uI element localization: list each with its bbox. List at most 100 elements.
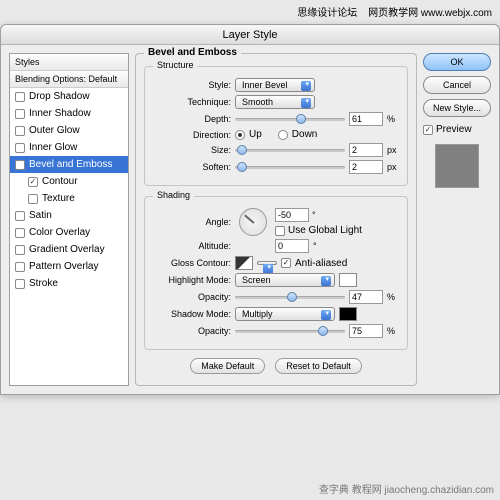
- sidebar-item-label: Bevel and Emboss: [29, 159, 112, 170]
- right-column: OK Cancel New Style... Preview: [423, 53, 491, 386]
- shading-group: Shading Angle: ° Use Global Light: [144, 196, 408, 350]
- hl-opacity-slider[interactable]: [235, 291, 345, 303]
- highlight-color-swatch[interactable]: [339, 273, 357, 287]
- highlight-mode-select[interactable]: Screen: [235, 273, 335, 287]
- sh-opacity-label: Opacity:: [153, 326, 231, 336]
- structure-group: Structure Style: Inner Bevel Technique: …: [144, 66, 408, 186]
- soften-unit: px: [387, 162, 397, 172]
- new-style-button[interactable]: New Style...: [423, 99, 491, 117]
- soften-input[interactable]: [349, 160, 383, 174]
- sh-opacity-unit: %: [387, 326, 395, 336]
- angle-unit: °: [312, 210, 316, 220]
- wm-left: 思缘设计论坛: [297, 8, 357, 19]
- altitude-label: Altitude:: [153, 241, 231, 251]
- sidebar-item-stroke[interactable]: Stroke: [10, 275, 128, 292]
- cancel-button[interactable]: Cancel: [423, 76, 491, 94]
- ok-button[interactable]: OK: [423, 53, 491, 71]
- sidebar-checkbox[interactable]: [15, 262, 25, 272]
- sidebar-item-bevel-and-emboss[interactable]: Bevel and Emboss: [10, 156, 128, 173]
- sidebar-item-drop-shadow[interactable]: Drop Shadow: [10, 88, 128, 105]
- soften-label: Soften:: [153, 162, 231, 172]
- up-label: Up: [249, 129, 262, 140]
- sidebar-checkbox[interactable]: [15, 245, 25, 255]
- technique-label: Technique:: [153, 97, 231, 107]
- direction-down-radio[interactable]: [278, 130, 288, 140]
- footer-watermark: 查字典 教程网 jiaocheng.chazidian.com: [319, 481, 494, 496]
- gloss-contour-picker[interactable]: [235, 256, 253, 270]
- sidebar-checkbox[interactable]: [28, 177, 38, 187]
- global-light-checkbox[interactable]: [275, 226, 285, 236]
- angle-label: Angle:: [153, 217, 231, 227]
- gloss-contour-select[interactable]: [257, 261, 277, 265]
- sh-opacity-slider[interactable]: [235, 325, 345, 337]
- sidebar-checkbox[interactable]: [15, 279, 25, 289]
- sidebar-header: Styles: [10, 54, 128, 71]
- wm-right: 网页教学网 www.webjx.com: [368, 8, 492, 19]
- reset-default-button[interactable]: Reset to Default: [275, 358, 362, 374]
- window-title: Layer Style: [1, 25, 499, 45]
- down-label: Down: [292, 129, 318, 140]
- sidebar-item-label: Drop Shadow: [29, 91, 90, 102]
- sidebar-checkbox[interactable]: [15, 228, 25, 238]
- shadow-mode-label: Shadow Mode:: [153, 309, 231, 319]
- size-input[interactable]: [349, 143, 383, 157]
- hl-opacity-unit: %: [387, 292, 395, 302]
- sidebar-checkbox[interactable]: [15, 160, 25, 170]
- layer-style-window: Layer Style Styles Blending Options: Def…: [0, 24, 500, 395]
- angle-input[interactable]: [275, 208, 309, 222]
- sidebar-item-label: Outer Glow: [29, 125, 80, 136]
- highlight-mode-label: Highlight Mode:: [153, 275, 231, 285]
- style-select[interactable]: Inner Bevel: [235, 78, 315, 92]
- altitude-input[interactable]: [275, 239, 309, 253]
- sidebar-checkbox[interactable]: [15, 109, 25, 119]
- soften-slider[interactable]: [235, 161, 345, 173]
- shadow-color-swatch[interactable]: [339, 307, 357, 321]
- preview-checkbox[interactable]: [423, 125, 433, 135]
- technique-select[interactable]: Smooth: [235, 95, 315, 109]
- anti-aliased-label: Anti-aliased: [295, 258, 347, 269]
- sidebar-item-pattern-overlay[interactable]: Pattern Overlay: [10, 258, 128, 275]
- sidebar-item-inner-glow[interactable]: Inner Glow: [10, 139, 128, 156]
- hl-opacity-label: Opacity:: [153, 292, 231, 302]
- sidebar-item-label: Satin: [29, 210, 52, 221]
- sidebar-checkbox[interactable]: [15, 92, 25, 102]
- sidebar-checkbox[interactable]: [15, 143, 25, 153]
- depth-unit: %: [387, 114, 395, 124]
- angle-wheel[interactable]: [239, 208, 267, 236]
- sidebar-item-contour[interactable]: Contour: [10, 173, 128, 190]
- sidebar-item-inner-shadow[interactable]: Inner Shadow: [10, 105, 128, 122]
- sidebar-item-outer-glow[interactable]: Outer Glow: [10, 122, 128, 139]
- sh-opacity-input[interactable]: [349, 324, 383, 338]
- preview-swatch: [435, 144, 479, 188]
- size-slider[interactable]: [235, 144, 345, 156]
- depth-input[interactable]: [349, 112, 383, 126]
- sidebar-item-color-overlay[interactable]: Color Overlay: [10, 224, 128, 241]
- size-unit: px: [387, 145, 397, 155]
- hl-opacity-input[interactable]: [349, 290, 383, 304]
- anti-aliased-checkbox[interactable]: [281, 258, 291, 268]
- sidebar-item-label: Inner Glow: [29, 142, 77, 153]
- shading-legend: Shading: [153, 190, 194, 200]
- structure-legend: Structure: [153, 60, 198, 70]
- gloss-contour-label: Gloss Contour:: [153, 258, 231, 268]
- sidebar-checkbox[interactable]: [15, 211, 25, 221]
- altitude-unit: °: [313, 241, 317, 251]
- sidebar-item-label: Color Overlay: [29, 227, 90, 238]
- direction-up-radio[interactable]: [235, 130, 245, 140]
- sidebar-item-satin[interactable]: Satin: [10, 207, 128, 224]
- depth-slider[interactable]: [235, 113, 345, 125]
- sidebar-item-texture[interactable]: Texture: [10, 190, 128, 207]
- size-label: Size:: [153, 145, 231, 155]
- shadow-mode-select[interactable]: Multiply: [235, 307, 335, 321]
- sidebar-item-label: Stroke: [29, 278, 58, 289]
- global-light-label: Use Global Light: [288, 225, 362, 236]
- depth-label: Depth:: [153, 114, 231, 124]
- preview-label: Preview: [436, 124, 472, 135]
- sidebar-item-label: Gradient Overlay: [29, 244, 105, 255]
- direction-label: Direction:: [153, 130, 231, 140]
- sidebar-item-gradient-overlay[interactable]: Gradient Overlay: [10, 241, 128, 258]
- sidebar-checkbox[interactable]: [28, 194, 38, 204]
- sidebar-checkbox[interactable]: [15, 126, 25, 136]
- blending-options-header[interactable]: Blending Options: Default: [10, 71, 128, 88]
- make-default-button[interactable]: Make Default: [190, 358, 265, 374]
